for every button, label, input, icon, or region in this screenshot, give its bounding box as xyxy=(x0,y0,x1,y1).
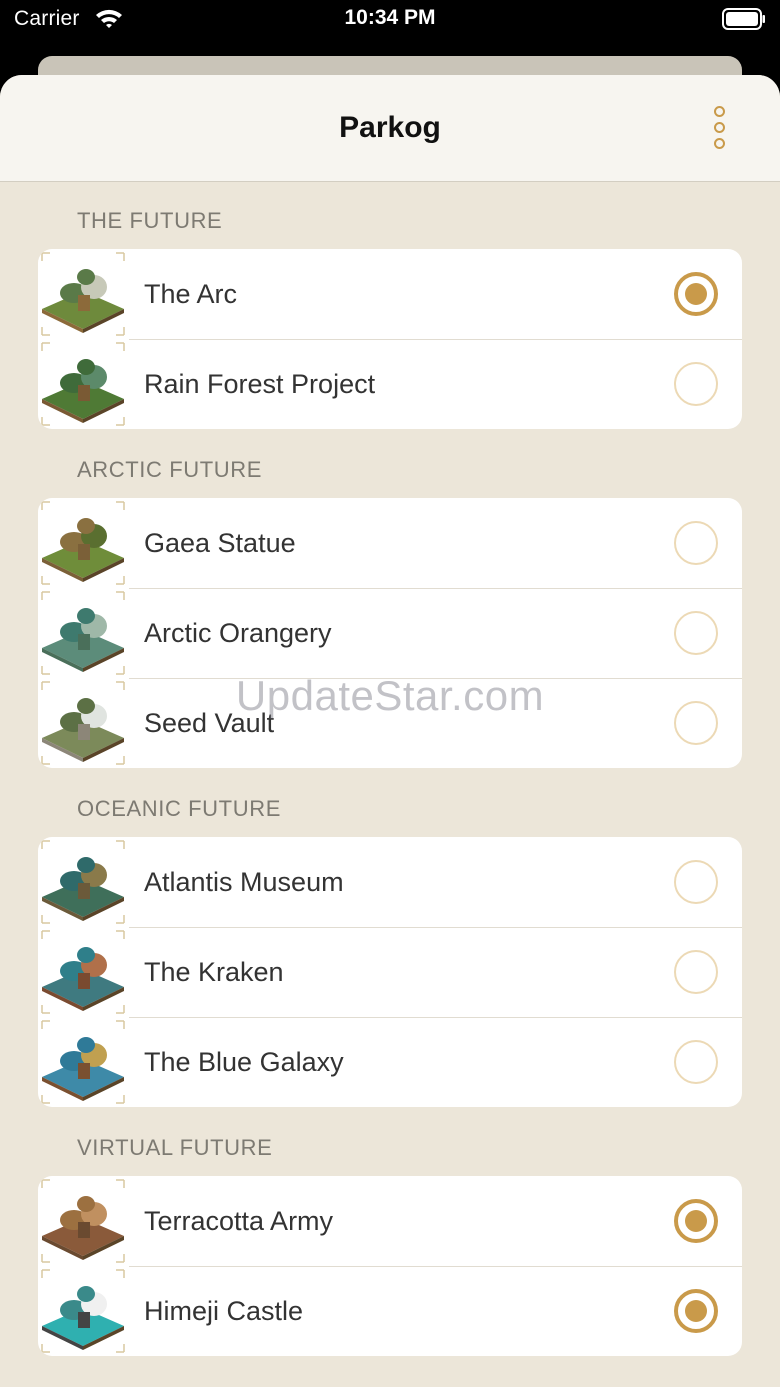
radio-button[interactable] xyxy=(674,1040,718,1084)
radio-button[interactable] xyxy=(674,1199,718,1243)
item-label: Seed Vault xyxy=(144,708,275,738)
list-item-the-blue-galaxy[interactable]: The Blue Galaxy xyxy=(38,1017,742,1107)
list-item-rain-forest-project[interactable]: Rain Forest Project xyxy=(38,339,742,429)
item-label: The Arc xyxy=(144,279,238,309)
radio-button[interactable] xyxy=(674,1289,718,1333)
radio-button[interactable] xyxy=(674,950,718,994)
item-label: Terracotta Army xyxy=(144,1206,334,1236)
section-header-virtual-future: VIRTUAL FUTURE xyxy=(77,1135,273,1160)
list-item-terracotta-army[interactable]: Terracotta Army xyxy=(38,1176,742,1266)
section-header-arctic-future: ARCTIC FUTURE xyxy=(77,457,263,482)
rainforest-building-icon xyxy=(40,341,126,427)
item-label: The Blue Galaxy xyxy=(144,1047,344,1077)
seed-vault-icon xyxy=(40,680,126,766)
atlantis-museum-icon xyxy=(40,839,126,925)
radio-button[interactable] xyxy=(674,362,718,406)
group-the-future: The Arc Rain Forest Project xyxy=(38,249,742,429)
radio-button[interactable] xyxy=(674,272,718,316)
item-label: Arctic Orangery xyxy=(144,618,332,648)
page-title: Parkog xyxy=(339,111,441,144)
arc-building-icon xyxy=(40,251,126,337)
more-dot-icon xyxy=(713,121,725,133)
status-bar: Carrier 10:34 PM xyxy=(0,0,780,56)
item-label: Atlantis Museum xyxy=(144,867,344,897)
navigation-bar: Parkog xyxy=(0,75,780,182)
list-item-atlantis-museum[interactable]: Atlantis Museum xyxy=(38,837,742,927)
group-virtual-future: Terracotta Army Himeji Castle xyxy=(38,1176,742,1356)
radio-button[interactable] xyxy=(674,701,718,745)
item-label: Gaea Statue xyxy=(144,528,296,558)
list-item-arctic-orangery[interactable]: Arctic Orangery xyxy=(38,588,742,678)
list-item-the-arc[interactable]: The Arc xyxy=(38,249,742,339)
list-item-seed-vault[interactable]: Seed Vault xyxy=(38,678,742,768)
radio-button[interactable] xyxy=(674,860,718,904)
more-dot-icon xyxy=(713,105,725,117)
item-label: Himeji Castle xyxy=(144,1296,304,1326)
list-item-the-kraken[interactable]: The Kraken xyxy=(38,927,742,1017)
clock: 10:34 PM xyxy=(344,6,436,29)
more-options-button[interactable] xyxy=(704,105,734,149)
orangery-building-icon xyxy=(40,590,126,676)
himeji-castle-icon xyxy=(40,1268,126,1354)
group-oceanic-future: Atlantis Museum The Kraken The Blue Gala… xyxy=(38,837,742,1107)
group-arctic-future: Gaea Statue Arctic Orangery Seed Vault xyxy=(38,498,742,768)
battery-icon xyxy=(722,8,766,35)
item-label: Rain Forest Project xyxy=(144,369,376,399)
list-item-himeji-castle[interactable]: Himeji Castle xyxy=(38,1266,742,1356)
more-dot-icon xyxy=(713,137,725,149)
list-item-gaea-statue[interactable]: Gaea Statue xyxy=(38,498,742,588)
item-label: The Kraken xyxy=(144,957,284,987)
blue-galaxy-icon xyxy=(40,1019,126,1105)
radio-button[interactable] xyxy=(674,611,718,655)
kraken-building-icon xyxy=(40,929,126,1015)
radio-button[interactable] xyxy=(674,521,718,565)
section-header-oceanic-future: OCEANIC FUTURE xyxy=(77,796,281,821)
gaea-statue-icon xyxy=(40,500,126,586)
section-header-the-future: THE FUTURE xyxy=(77,208,223,233)
modal-sheet: Parkog THE FUTURE The Arc Rain Forest Pr… xyxy=(0,75,780,1387)
terracotta-army-icon xyxy=(40,1178,126,1264)
